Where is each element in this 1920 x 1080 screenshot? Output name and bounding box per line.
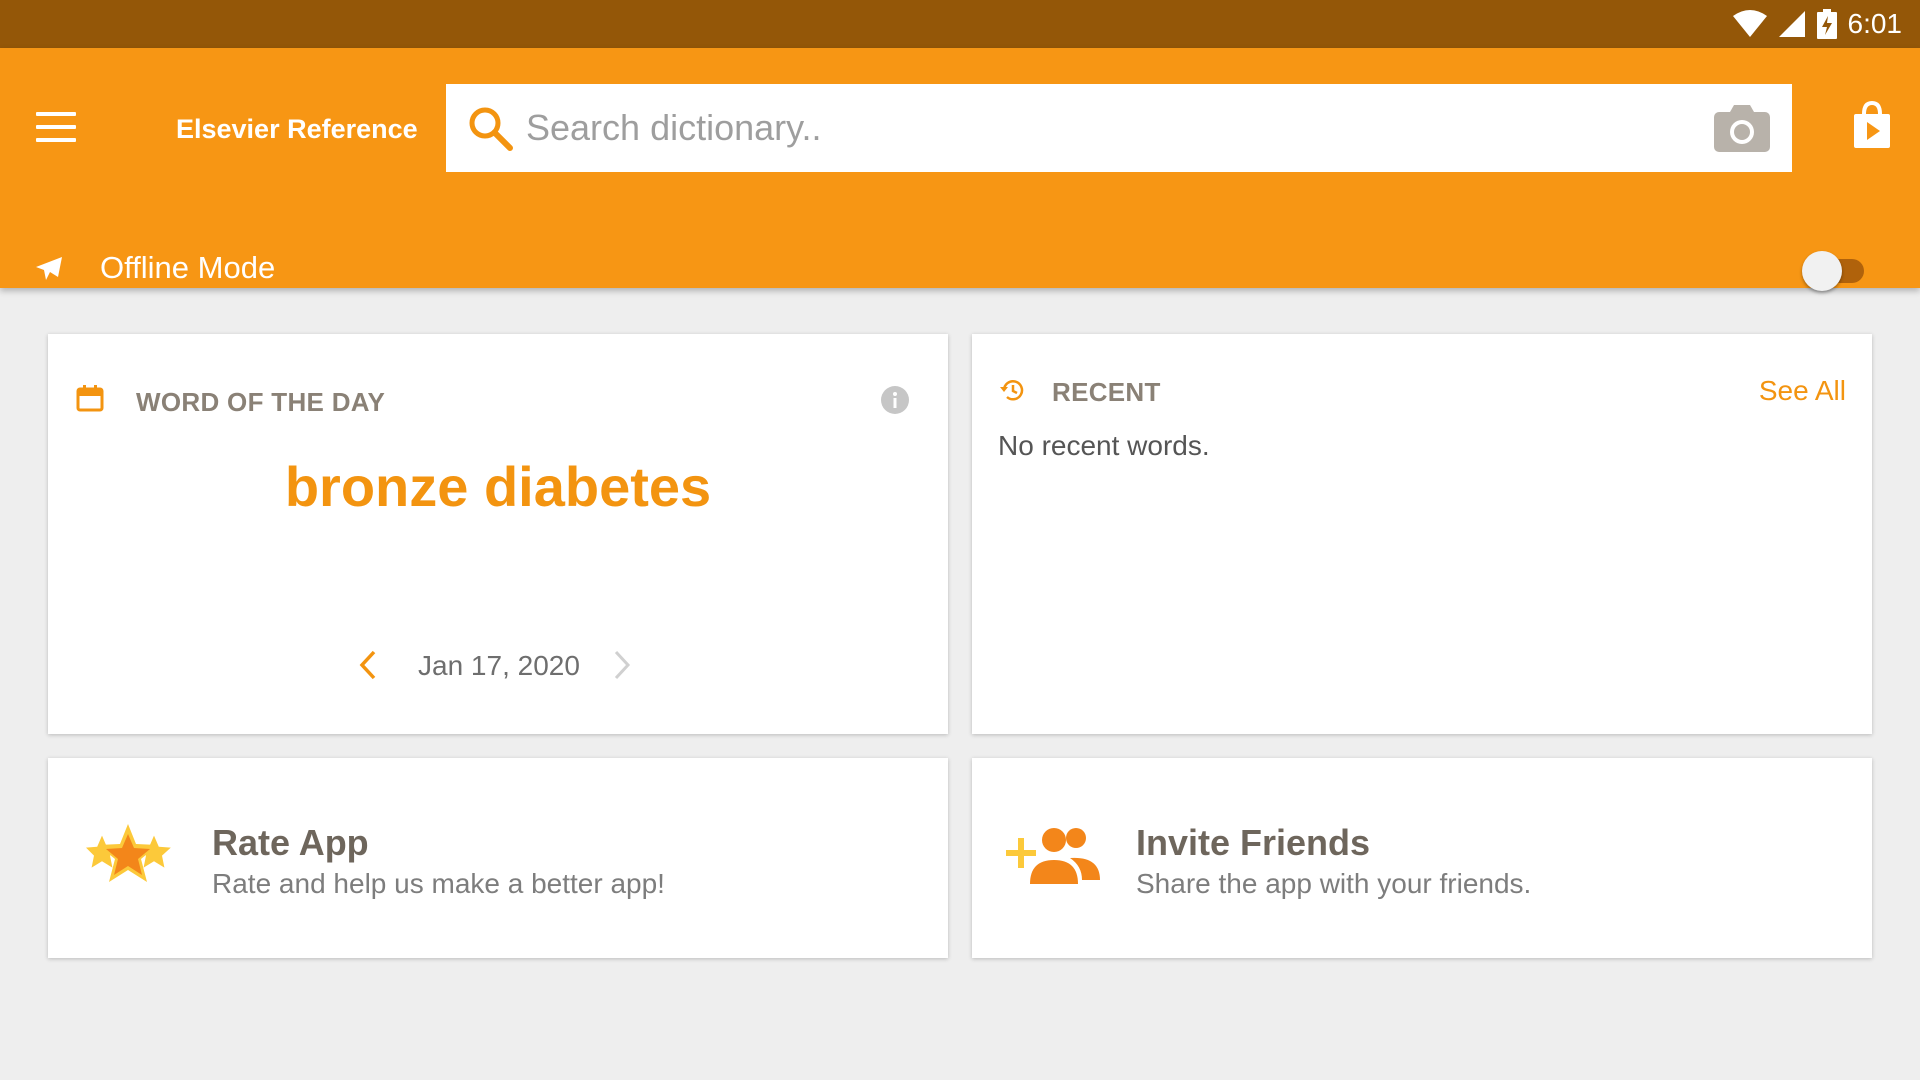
offline-mode-label: Offline Mode bbox=[100, 250, 276, 285]
store-icon[interactable] bbox=[1852, 100, 1892, 150]
status-bar: 6:01 bbox=[0, 0, 1920, 48]
search-bar[interactable] bbox=[446, 84, 1792, 172]
word-of-the-day-heading: WORD OF THE DAY bbox=[136, 387, 386, 417]
toggle-thumb bbox=[1802, 251, 1842, 291]
rate-app-card[interactable]: Rate App Rate and help us make a better … bbox=[48, 758, 948, 958]
chevron-right-icon[interactable] bbox=[606, 648, 638, 682]
info-icon[interactable] bbox=[880, 385, 910, 415]
offline-mode-toggle[interactable] bbox=[1802, 248, 1864, 291]
word-of-the-day-card: WORD OF THE DAY bronze diabetes Jan 17, … bbox=[48, 334, 948, 734]
status-time: 6:01 bbox=[1847, 8, 1903, 39]
offline-mode-row: Offline Mode bbox=[0, 228, 1920, 308]
history-icon bbox=[1000, 380, 1024, 401]
rate-app-title: Rate App bbox=[212, 822, 369, 863]
airplane-icon bbox=[36, 257, 62, 280]
camera-icon[interactable] bbox=[1712, 102, 1772, 154]
add-friends-icon bbox=[1006, 828, 1100, 884]
cell-signal-icon bbox=[1778, 11, 1805, 37]
rate-app-subtitle: Rate and help us make a better app! bbox=[212, 868, 665, 899]
invite-friends-card[interactable]: Invite Friends Share the app with your f… bbox=[972, 758, 1872, 958]
search-icon bbox=[469, 107, 513, 151]
status-icons bbox=[1732, 9, 1838, 39]
battery-charging-icon bbox=[1816, 9, 1837, 39]
see-all-link[interactable]: See All bbox=[1759, 375, 1846, 407]
word-of-the-day-word[interactable]: bronze diabetes bbox=[48, 454, 948, 519]
invite-friends-subtitle: Share the app with your friends. bbox=[1136, 868, 1532, 899]
menu-icon[interactable] bbox=[36, 112, 76, 144]
word-of-the-day-date: Jan 17, 2020 bbox=[418, 650, 580, 681]
calendar-icon bbox=[76, 385, 104, 412]
wifi-icon bbox=[1732, 10, 1767, 37]
date-navigator: Jan 17, 2020 bbox=[48, 640, 948, 690]
recent-card: RECENT See All No recent words. bbox=[972, 334, 1872, 734]
app-title: Elsevier Reference bbox=[176, 114, 418, 144]
invite-friends-title: Invite Friends bbox=[1136, 822, 1371, 863]
star-icon bbox=[86, 824, 171, 882]
chevron-left-icon[interactable] bbox=[352, 648, 384, 682]
search-input[interactable] bbox=[526, 107, 1712, 149]
recent-heading: RECENT bbox=[1052, 377, 1161, 407]
recent-empty-text: No recent words. bbox=[998, 430, 1210, 461]
app-bar: Elsevier Reference Offline Mode bbox=[0, 48, 1920, 291]
